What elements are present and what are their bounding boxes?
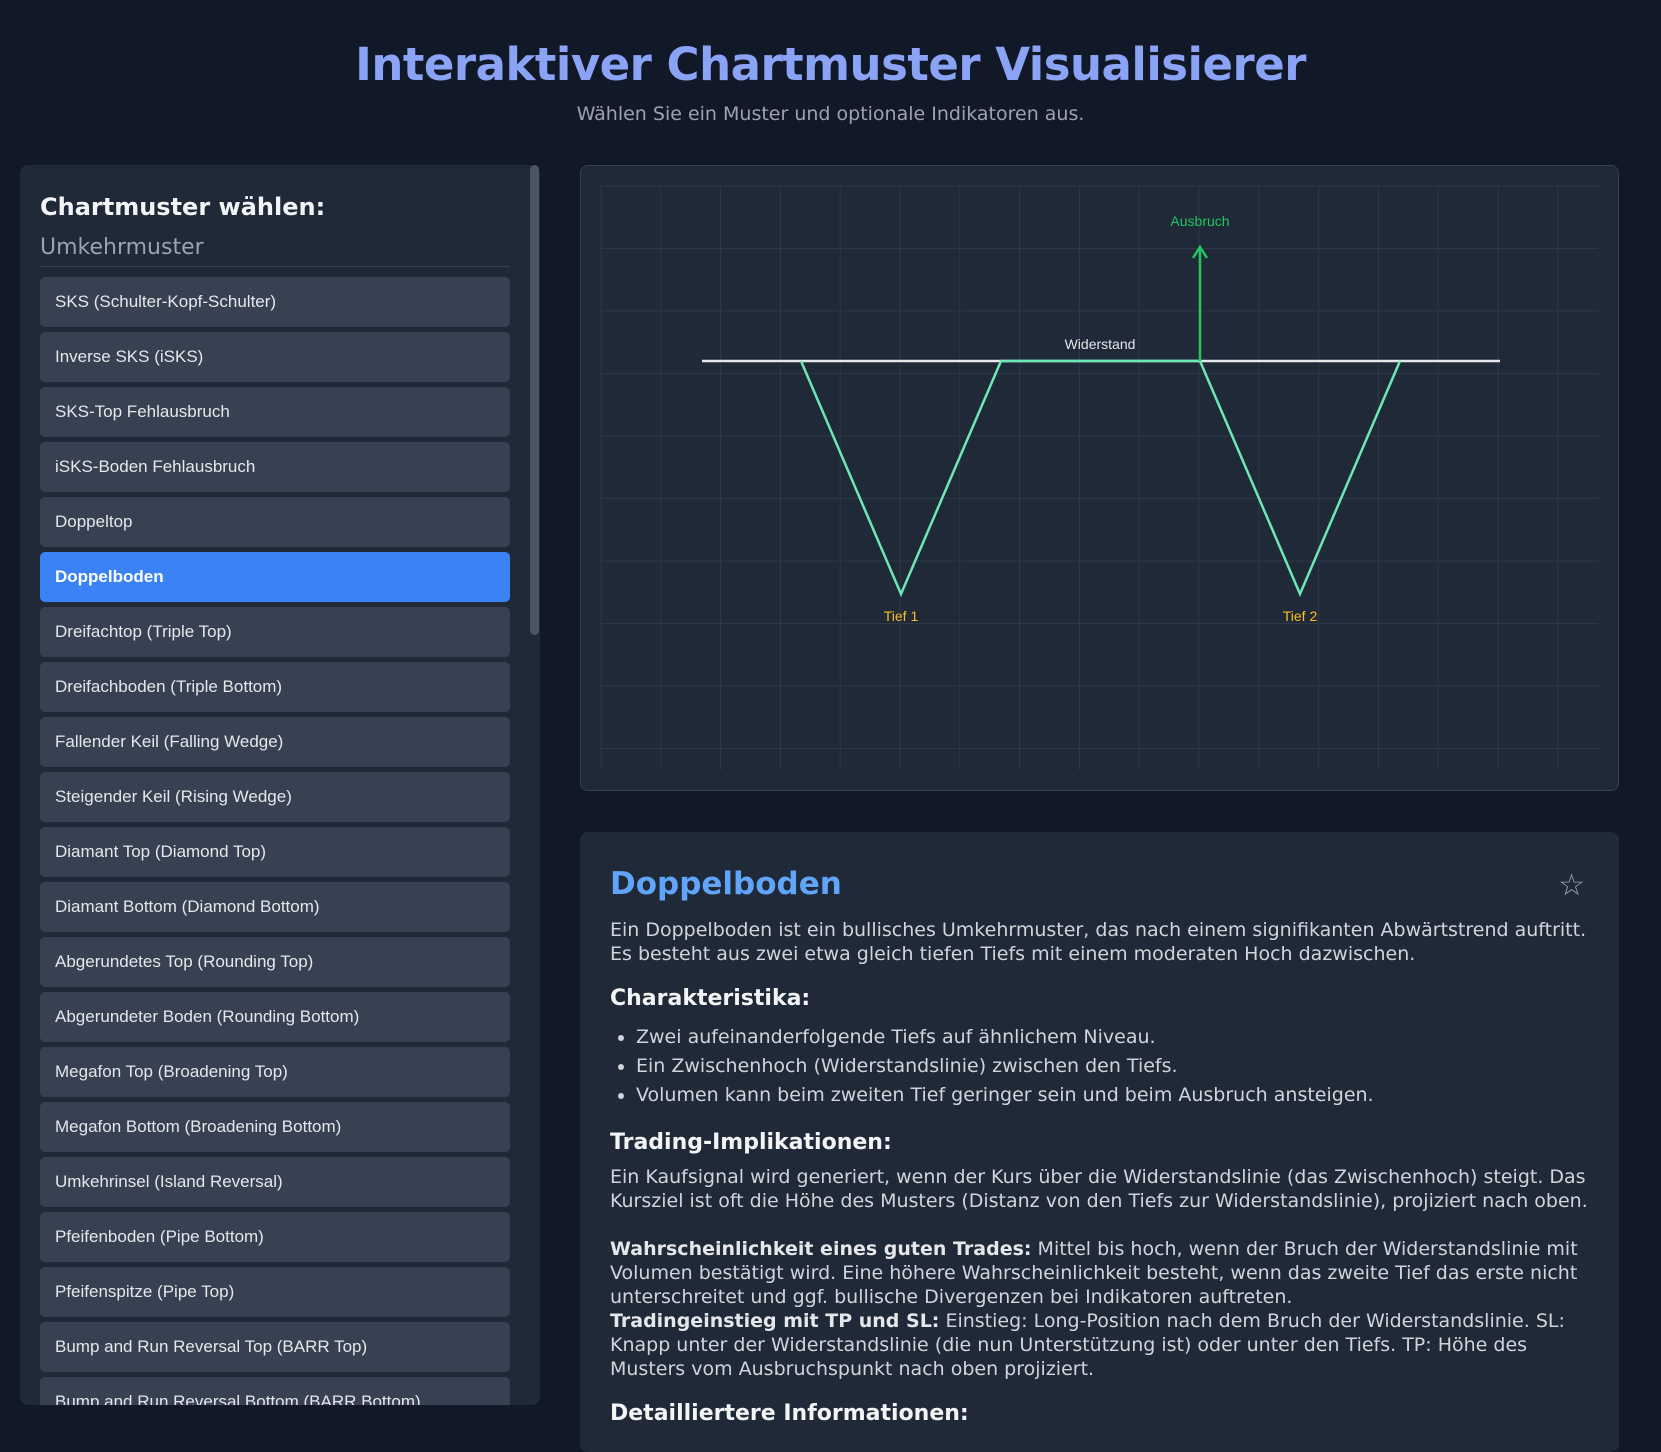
sidebar-item[interactable]: Fallender Keil (Falling Wedge) — [40, 717, 510, 767]
pattern-line — [799, 359, 1402, 598]
page-header: Interaktiver Chartmuster Visualisierer W… — [0, 0, 1661, 125]
sidebar-item[interactable]: Doppelboden — [40, 552, 510, 602]
sidebar-item[interactable]: Dreifachboden (Triple Bottom) — [40, 662, 510, 712]
sidebar-item[interactable]: Umkehrinsel (Island Reversal) — [40, 1157, 510, 1207]
list-item: Ein Zwischenhoch (Widerstandslinie) zwis… — [636, 1052, 1589, 1081]
pattern-info-panel: Doppelboden ☆ Ein Doppelboden ist ein bu… — [580, 832, 1619, 1452]
sidebar-item[interactable]: Pfeifenspitze (Pipe Top) — [40, 1267, 510, 1317]
sidebar-item[interactable]: Inverse SKS (iSKS) — [40, 332, 510, 382]
sidebar-item[interactable]: Abgerundetes Top (Rounding Top) — [40, 937, 510, 987]
low2-label: Tief 2 — [1283, 608, 1318, 624]
entry-label: Tradingeinstieg mit TP und SL: — [610, 1310, 940, 1332]
pattern-description: Ein Doppelboden ist ein bullisches Umkeh… — [610, 919, 1587, 965]
probability-paragraph: Wahrscheinlichkeit eines guten Trades: M… — [610, 1237, 1589, 1309]
sidebar-item[interactable]: Dreifachtop (Triple Top) — [40, 607, 510, 657]
sidebar-title: Chartmuster wählen: — [40, 193, 326, 221]
pattern-list: SKS (Schulter-Kopf-Schulter) Inverse SKS … — [40, 277, 510, 1405]
page-subtitle: Wählen Sie ein Muster und optionale Indi… — [576, 103, 1085, 125]
list-item: Volumen kann beim zweiten Tief geringer … — [636, 1081, 1589, 1110]
sidebar-scrollbar[interactable] — [530, 165, 540, 1405]
sidebar-group-heading: Umkehrmuster — [40, 235, 510, 267]
characteristics-heading: Charakteristika: — [610, 986, 811, 1011]
sidebar-item[interactable]: Steigender Keil (Rising Wedge) — [40, 772, 510, 822]
resistance-label: Widerstand — [1065, 336, 1136, 352]
trading-text: Ein Kaufsignal wird generiert, wenn der … — [610, 1166, 1588, 1212]
sidebar-item[interactable]: iSKS-Boden Fehlausbruch — [40, 442, 510, 492]
list-item: Zwei aufeinanderfolgende Tiefs auf ähnli… — [636, 1023, 1589, 1052]
sidebar-item[interactable]: Diamant Bottom (Diamond Bottom) — [40, 882, 510, 932]
breakout-label: Ausbruch — [1170, 213, 1229, 229]
sidebar-item[interactable]: Abgerundeter Boden (Rounding Bottom) — [40, 992, 510, 1042]
sidebar-item[interactable]: Doppeltop — [40, 497, 510, 547]
scrollbar-thumb[interactable] — [530, 165, 539, 635]
pattern-sidebar[interactable]: Chartmuster wählen: Umkehrmuster SKS (Sc… — [20, 165, 540, 1405]
sidebar-item[interactable]: Pfeifenboden (Pipe Bottom) — [40, 1212, 510, 1262]
pattern-chart: Ausbruch Widerstand Tief 1 Tief 2 — [600, 185, 1598, 770]
page-title: Interaktiver Chartmuster Visualisierer — [355, 38, 1306, 91]
sidebar-item[interactable]: SKS-Top Fehlausbruch — [40, 387, 510, 437]
sidebar-item[interactable]: Bump and Run Reversal Top (BARR Top) — [40, 1322, 510, 1372]
probability-label: Wahrscheinlichkeit eines guten Trades: — [610, 1238, 1032, 1260]
chart-panel: Ausbruch Widerstand Tief 1 Tief 2 — [580, 165, 1619, 791]
sidebar-item[interactable]: Diamant Top (Diamond Top) — [40, 827, 510, 877]
characteristics-list: Zwei aufeinanderfolgende Tiefs auf ähnli… — [610, 1023, 1589, 1110]
trading-heading: Trading-Implikationen: — [610, 1130, 892, 1155]
chart-grid — [600, 185, 1598, 770]
pattern-title: Doppelboden — [610, 866, 842, 902]
sidebar-item[interactable]: SKS (Schulter-Kopf-Schulter) — [40, 277, 510, 327]
low1-label: Tief 1 — [884, 608, 919, 624]
sidebar-item[interactable]: Megafon Bottom (Broadening Bottom) — [40, 1102, 510, 1152]
details-heading: Detailliertere Informationen: — [610, 1401, 969, 1426]
star-icon[interactable]: ☆ — [1558, 868, 1585, 903]
sidebar-item[interactable]: Bump and Run Reversal Bottom (BARR Botto… — [40, 1377, 510, 1405]
sidebar-item[interactable]: Megafon Top (Broadening Top) — [40, 1047, 510, 1097]
entry-paragraph: Tradingeinstieg mit TP und SL: Einstieg:… — [610, 1309, 1589, 1381]
